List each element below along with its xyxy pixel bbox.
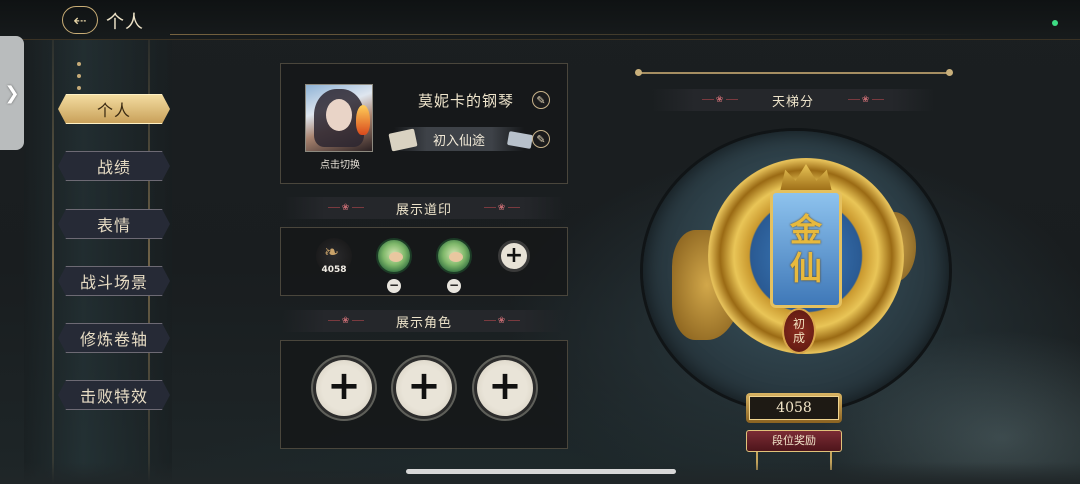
sidebar-item-defeat-effect[interactable]: 击败特效 (58, 380, 170, 410)
add-seal-button[interactable]: + (498, 240, 530, 272)
rank-name: 金 仙 (770, 190, 842, 308)
add-character-3-button[interactable]: + (477, 360, 533, 416)
remove-seal-3-button[interactable]: − (447, 279, 461, 293)
ladder-header: ❀ 天梯分 ❀ (652, 89, 934, 111)
rank-tier: 初 成 (782, 308, 816, 354)
sidebar-item-emotes[interactable]: 表情 (58, 209, 170, 239)
jade-figure-icon (449, 252, 463, 262)
characters-header: ❀ 展示角色 ❀ (282, 310, 566, 332)
plus-icon: + (407, 363, 441, 409)
remove-seal-2-button[interactable]: − (387, 279, 401, 293)
ornament-icon: ❀ (702, 95, 738, 105)
ladder-divider (635, 69, 953, 76)
crane-icon: ❧ (324, 242, 340, 263)
ladder-score: 4058 (746, 393, 842, 423)
minus-icon: − (388, 278, 400, 292)
player-name: 莫妮卡的钢琴 (418, 92, 515, 110)
avatar[interactable] (305, 84, 373, 152)
page-title: 个人 (106, 12, 144, 33)
seals-header: ❀ 展示道印 ❀ (282, 197, 566, 219)
sidebar-item-battle-scene[interactable]: 战斗场景 (58, 266, 170, 296)
player-title: 初入仙途 (394, 127, 524, 151)
sidebar-item-profile[interactable]: 个人 (58, 94, 170, 124)
ornament-icon: ❀ (848, 95, 884, 105)
plus-icon: + (488, 363, 522, 409)
sidebar-ornament (76, 62, 82, 98)
sidebar-item-record[interactable]: 战绩 (58, 151, 170, 181)
seal-badge-3[interactable] (436, 238, 472, 274)
rank-reward-button[interactable]: 段位奖励 (746, 430, 842, 452)
status-indicator (1052, 20, 1058, 26)
sidebar-pillar-left (52, 40, 54, 484)
avatar-switch-caption[interactable]: 点击切换 (300, 156, 380, 171)
add-character-1-button[interactable]: + (316, 360, 372, 416)
pencil-icon: ✎ (536, 93, 546, 107)
ornament-icon: ❀ (484, 316, 520, 326)
jade-figure-icon (389, 252, 403, 262)
edit-name-button[interactable]: ✎ (532, 91, 550, 109)
ornament-icon: ❀ (328, 316, 364, 326)
sidebar-item-training-scroll[interactable]: 修炼卷轴 (58, 323, 170, 353)
home-indicator[interactable] (406, 469, 676, 474)
add-character-2-button[interactable]: + (396, 360, 452, 416)
pencil-icon: ✎ (536, 132, 546, 146)
plus-icon: + (504, 243, 524, 268)
chevron-right-icon: ❯ (4, 82, 20, 104)
seal-badge-value: 4058 (321, 265, 347, 275)
back-arrow-icon: ⇠ (73, 10, 87, 30)
side-drawer-toggle[interactable]: ❯ (0, 36, 24, 150)
minus-icon: − (448, 278, 460, 292)
back-button[interactable]: ⇠ (62, 6, 98, 34)
seal-badge-2[interactable] (376, 238, 412, 274)
ornament-icon: ❀ (328, 203, 364, 213)
plus-icon: + (327, 363, 361, 409)
top-divider (170, 34, 990, 35)
edit-title-button[interactable]: ✎ (532, 130, 550, 148)
ornament-icon: ❀ (484, 203, 520, 213)
